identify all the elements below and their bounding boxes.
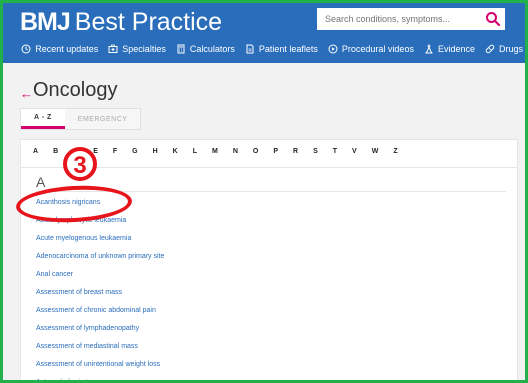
alphabet-letter[interactable]: O [253,148,258,155]
search-icon [486,12,501,27]
back-arrow-icon[interactable]: ← [20,86,33,101]
logo-bmj: BMJ [20,8,71,36]
annotation-number: 3 [73,152,86,179]
nav-drugs[interactable]: Drugs [485,44,523,54]
tab-bar: A - Z EMERGENCY [20,108,142,130]
pill-icon [485,44,495,54]
nav-label: Procedural videos [341,44,414,54]
search-button[interactable] [485,11,501,27]
nav-evidence[interactable]: Evidence [424,44,475,54]
nav-label: Evidence [437,44,475,54]
condition-link[interactable]: Astrocytic brain tumours [36,374,506,380]
search-input[interactable] [317,8,477,30]
site-header: BMJBest Practice Recent updates [3,3,525,63]
tab-a-z[interactable]: A - Z [21,109,65,129]
calculator-icon [177,44,185,54]
condition-link[interactable]: Anal cancer [36,266,506,284]
search-box [317,8,505,30]
main-nav: Recent updates Specialties Calculators P… [3,39,525,59]
alphabet-letter[interactable]: Z [393,148,397,155]
specialties-icon [108,44,118,53]
alphabet-letter[interactable]: G [132,148,137,155]
alphabet-letter[interactable]: T [333,148,337,155]
condition-link[interactable]: Adenocarcinoma of unknown primary site [36,248,506,266]
condition-link[interactable]: Acute myelogenous leukaemia [36,230,506,248]
nav-procedural-videos[interactable]: Procedural videos [328,44,414,54]
evidence-icon [425,44,433,54]
alphabet-letter[interactable]: H [153,148,158,155]
screenshot-frame: BMJBest Practice Recent updates [0,0,528,383]
condition-link[interactable]: Assessment of mediastinal mass [36,338,506,356]
alphabet-letter[interactable]: F [113,148,117,155]
condition-link[interactable]: Assessment of chronic abdominal pain [36,302,506,320]
tab-emergency[interactable]: EMERGENCY [64,109,141,129]
alphabet-letter[interactable]: M [212,148,218,155]
alphabet-letter[interactable]: L [193,148,197,155]
nav-recent-updates[interactable]: Recent updates [21,44,98,54]
nav-label: Calculators [189,44,235,54]
alphabet-letter[interactable]: N [233,148,238,155]
alphabet-letter[interactable]: B [53,148,58,155]
clock-icon [21,44,31,54]
condition-link[interactable]: Assessment of breast mass [36,284,506,302]
annotation-number-badge: 3 [63,147,97,181]
nav-label: Patient leaflets [258,44,318,54]
alphabet-letter[interactable]: P [273,148,278,155]
nav-label: Specialties [122,44,166,54]
page-title: Oncology [33,79,118,101]
alphabet-letter[interactable]: W [372,148,379,155]
document-icon [246,44,254,54]
site-logo[interactable]: BMJ Best Practice [20,8,222,37]
play-icon [328,44,338,54]
condition-link[interactable]: Assessment of lymphadenopathy [36,320,506,338]
alphabet-letter[interactable]: S [313,148,318,155]
alphabet-letter[interactable]: K [173,148,178,155]
condition-list: Acanthosis nigricans Acute lymphocytic le… [36,194,506,380]
section-heading: A [36,174,46,190]
nav-specialties[interactable]: Specialties [108,44,166,54]
nav-label: Recent updates [35,44,99,54]
logo-title: Best Practice [74,8,223,36]
nav-label: Drugs [498,44,523,54]
alphabet-letter[interactable]: R [293,148,298,155]
nav-patient-leaflets[interactable]: Patient leaflets [245,44,318,54]
nav-calculators[interactable]: Calculators [176,44,235,54]
condition-link[interactable]: Assessment of unintentional weight loss [36,356,506,374]
alphabet-letter[interactable]: A [33,148,38,155]
alphabet-letter[interactable]: V [352,148,357,155]
